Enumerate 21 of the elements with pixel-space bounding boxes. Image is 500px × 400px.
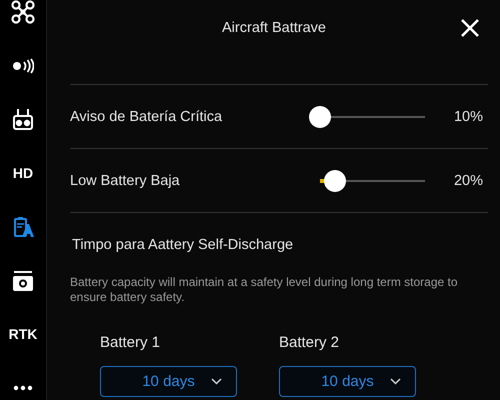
chevron-down-icon — [390, 378, 401, 385]
dialog-title: Aircraft Battrave — [221, 20, 327, 36]
signal-icon[interactable] — [12, 58, 34, 74]
sidebar-tab[interactable]: HD — [12, 165, 34, 182]
section-heading: Timpo para Aattery Self-Discharge — [72, 237, 294, 255]
slider-label: Low Battery Baja — [70, 172, 181, 188]
slider-value: 20% — [452, 172, 484, 188]
battery-label: Battery 2 — [279, 334, 340, 352]
duration-dropdown[interactable]: 10 days — [279, 366, 416, 397]
battery-label: Battery 1 — [100, 334, 162, 352]
duration-dropdown[interactable]: 10 days — [100, 366, 237, 397]
remote-controller-icon[interactable] — [12, 108, 34, 130]
chevron-down-icon — [211, 378, 222, 385]
more-icon[interactable] — [13, 384, 33, 391]
slider-label: Aviso de Batería Crítica — [70, 108, 224, 124]
battery-icon[interactable] — [12, 216, 34, 238]
sidebar-tab[interactable]: RTK — [8, 326, 38, 342]
description-text: Battery capacity will maintain at a safety level during long term storage to ensure battery safety. — [70, 275, 459, 305]
drone-icon[interactable] — [11, 0, 35, 24]
camera-icon[interactable] — [12, 270, 34, 292]
slider-value: 10% — [452, 108, 484, 124]
